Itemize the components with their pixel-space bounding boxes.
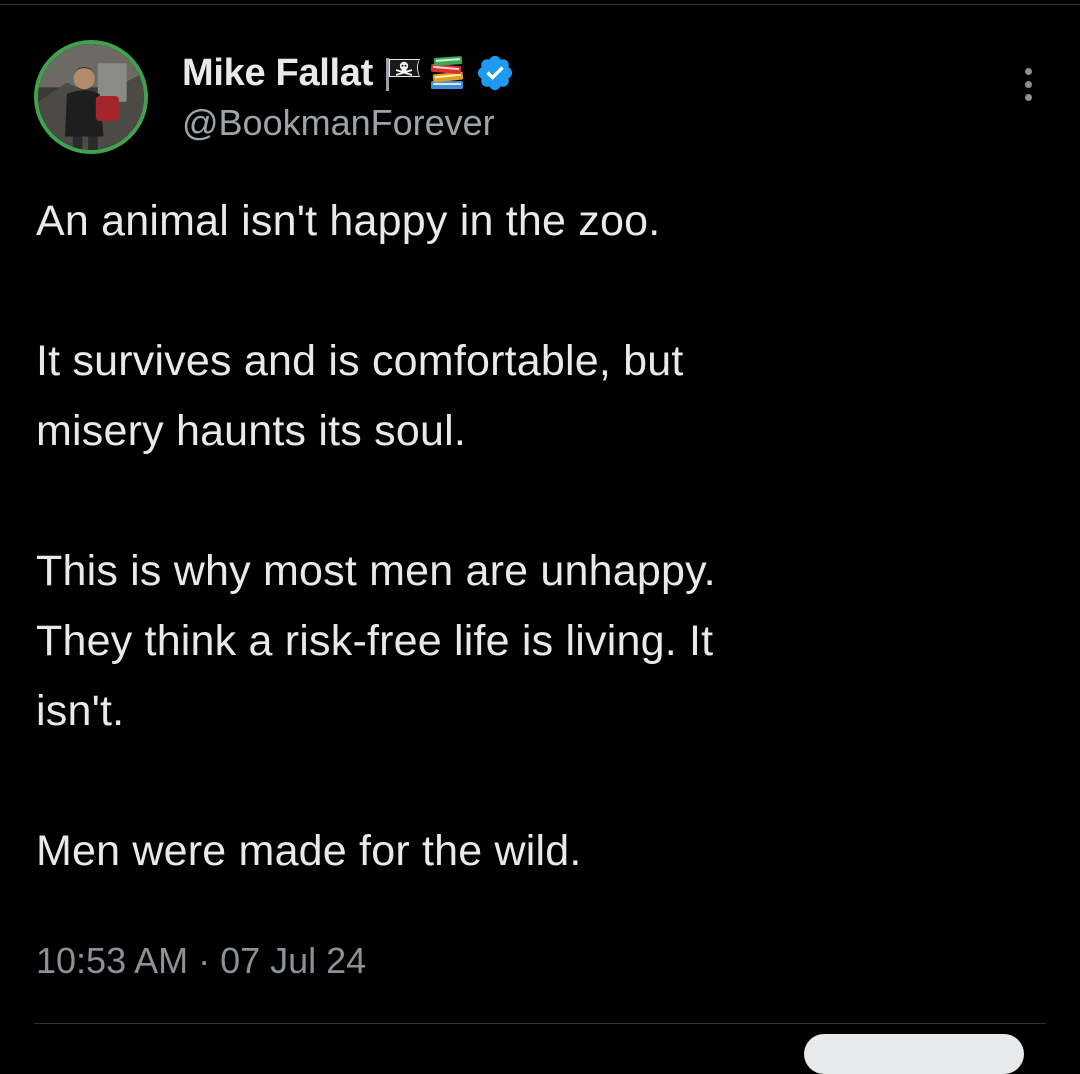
- tweet-paragraph: This is why most men are unhappy. They t…: [36, 547, 716, 735]
- name-row: Mike Fallat: [182, 48, 515, 98]
- tweet-header: Mike Fallat @BookmanForever: [34, 40, 1046, 156]
- tweet-paragraph: An animal isn't happy in the zoo.: [36, 197, 661, 245]
- avatar[interactable]: [34, 40, 148, 154]
- tweet-timestamp[interactable]: 10:53 AM · 07 Jul 24: [36, 940, 366, 982]
- top-divider: [0, 4, 1080, 5]
- bottom-divider: [34, 1023, 1046, 1024]
- tweet-text: An animal isn't happy in the zoo. It sur…: [36, 186, 1026, 886]
- tweet-paragraph: Men were made for the wild.: [36, 827, 582, 875]
- user-handle[interactable]: @BookmanForever: [182, 102, 495, 144]
- tweet-paragraph: It survives and is comfortable, but mise…: [36, 337, 684, 455]
- avatar-photo: [38, 44, 144, 150]
- books-icon: [427, 53, 467, 93]
- more-vertical-icon[interactable]: [1018, 68, 1038, 108]
- pirate-flag-icon: [383, 53, 423, 93]
- display-name[interactable]: Mike Fallat: [182, 52, 373, 95]
- action-pill-edge[interactable]: [804, 1034, 1024, 1074]
- verified-badge-icon: [475, 53, 515, 93]
